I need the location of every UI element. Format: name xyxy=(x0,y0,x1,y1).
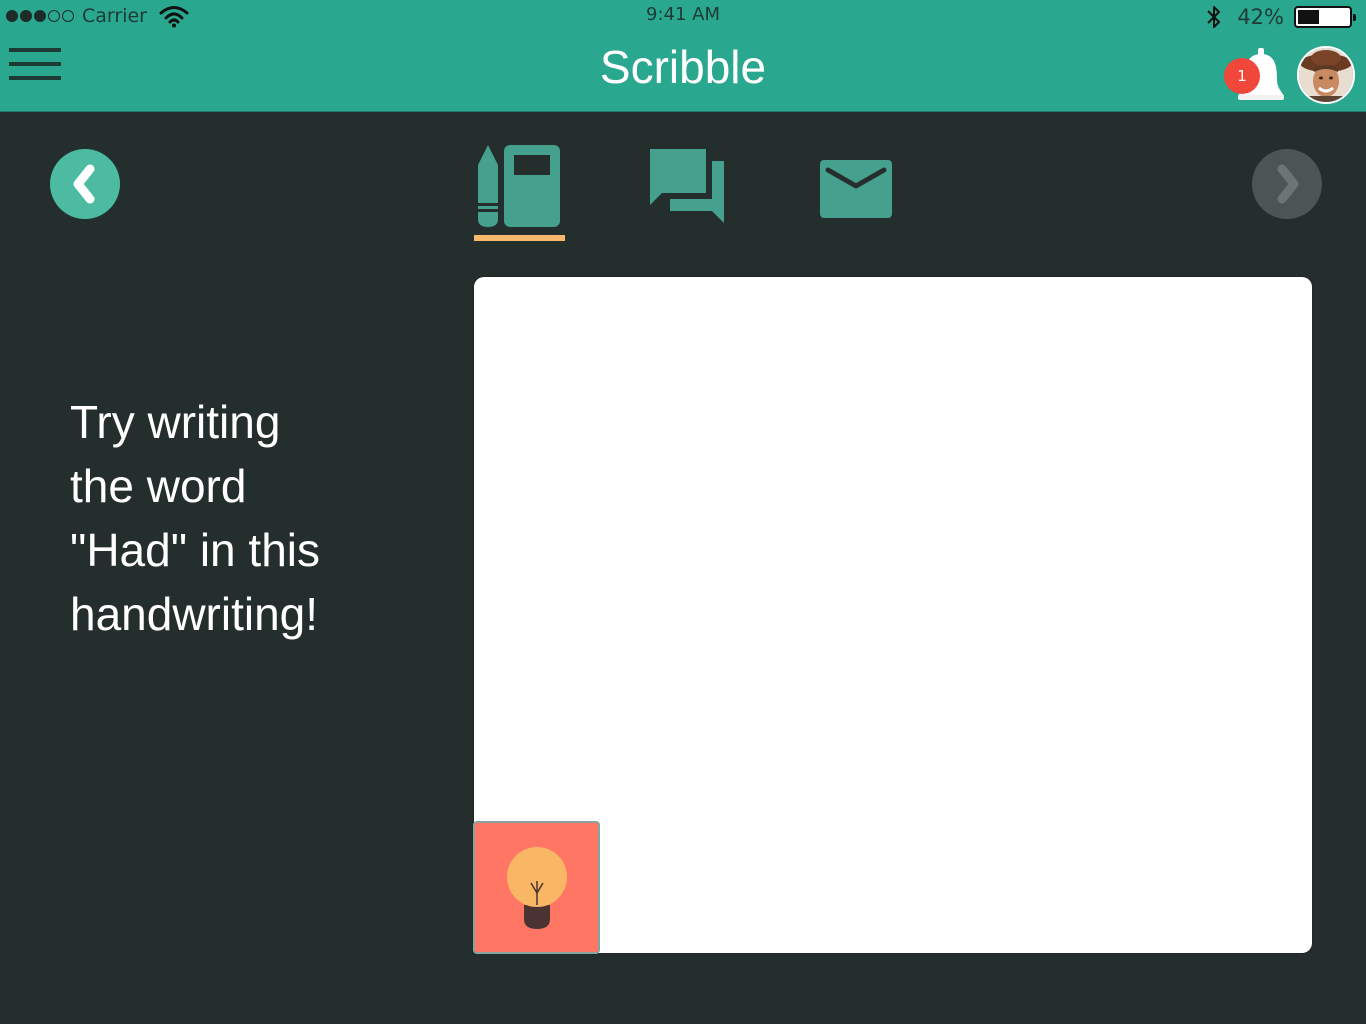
chevron-left-icon xyxy=(73,164,95,204)
battery-percentage: 42% xyxy=(1237,5,1284,29)
tab-chat[interactable] xyxy=(648,147,726,225)
writing-prompt: Try writing the word "Had" in this handw… xyxy=(70,390,400,646)
battery-level xyxy=(1298,10,1319,24)
prompt-line: handwriting! xyxy=(70,588,319,640)
app-title: Scribble xyxy=(599,41,767,93)
tab-messages[interactable] xyxy=(820,160,892,218)
next-button[interactable] xyxy=(1252,149,1322,219)
prompt-line: Try writing xyxy=(70,396,281,448)
lightbulb-icon xyxy=(507,847,567,929)
chevron-right-icon xyxy=(1277,164,1299,204)
bluetooth-icon xyxy=(1207,6,1221,28)
tab-handwriting[interactable] xyxy=(476,143,562,229)
notification-badge: 1 xyxy=(1224,58,1260,94)
hint-button[interactable] xyxy=(473,821,600,954)
notifications-button[interactable]: 1 xyxy=(1222,48,1288,104)
envelope-icon xyxy=(820,160,892,218)
battery-nub xyxy=(1353,14,1356,21)
user-avatar[interactable] xyxy=(1297,46,1355,104)
prompt-line: the word xyxy=(70,460,247,512)
status-bar-right: 42% xyxy=(1205,4,1356,30)
notebook-pencil-icon xyxy=(478,145,560,227)
active-tab-indicator xyxy=(474,235,565,241)
status-time: 9:41 AM xyxy=(646,4,720,25)
back-button[interactable] xyxy=(50,149,120,219)
app-header: Carrier 9:41 AM 42% Scribble 1 xyxy=(0,0,1366,112)
chat-bubbles-icon xyxy=(650,149,724,223)
prompt-line: "Had" in this xyxy=(70,524,320,576)
battery-icon xyxy=(1294,6,1356,28)
avatar-image xyxy=(1299,48,1353,102)
